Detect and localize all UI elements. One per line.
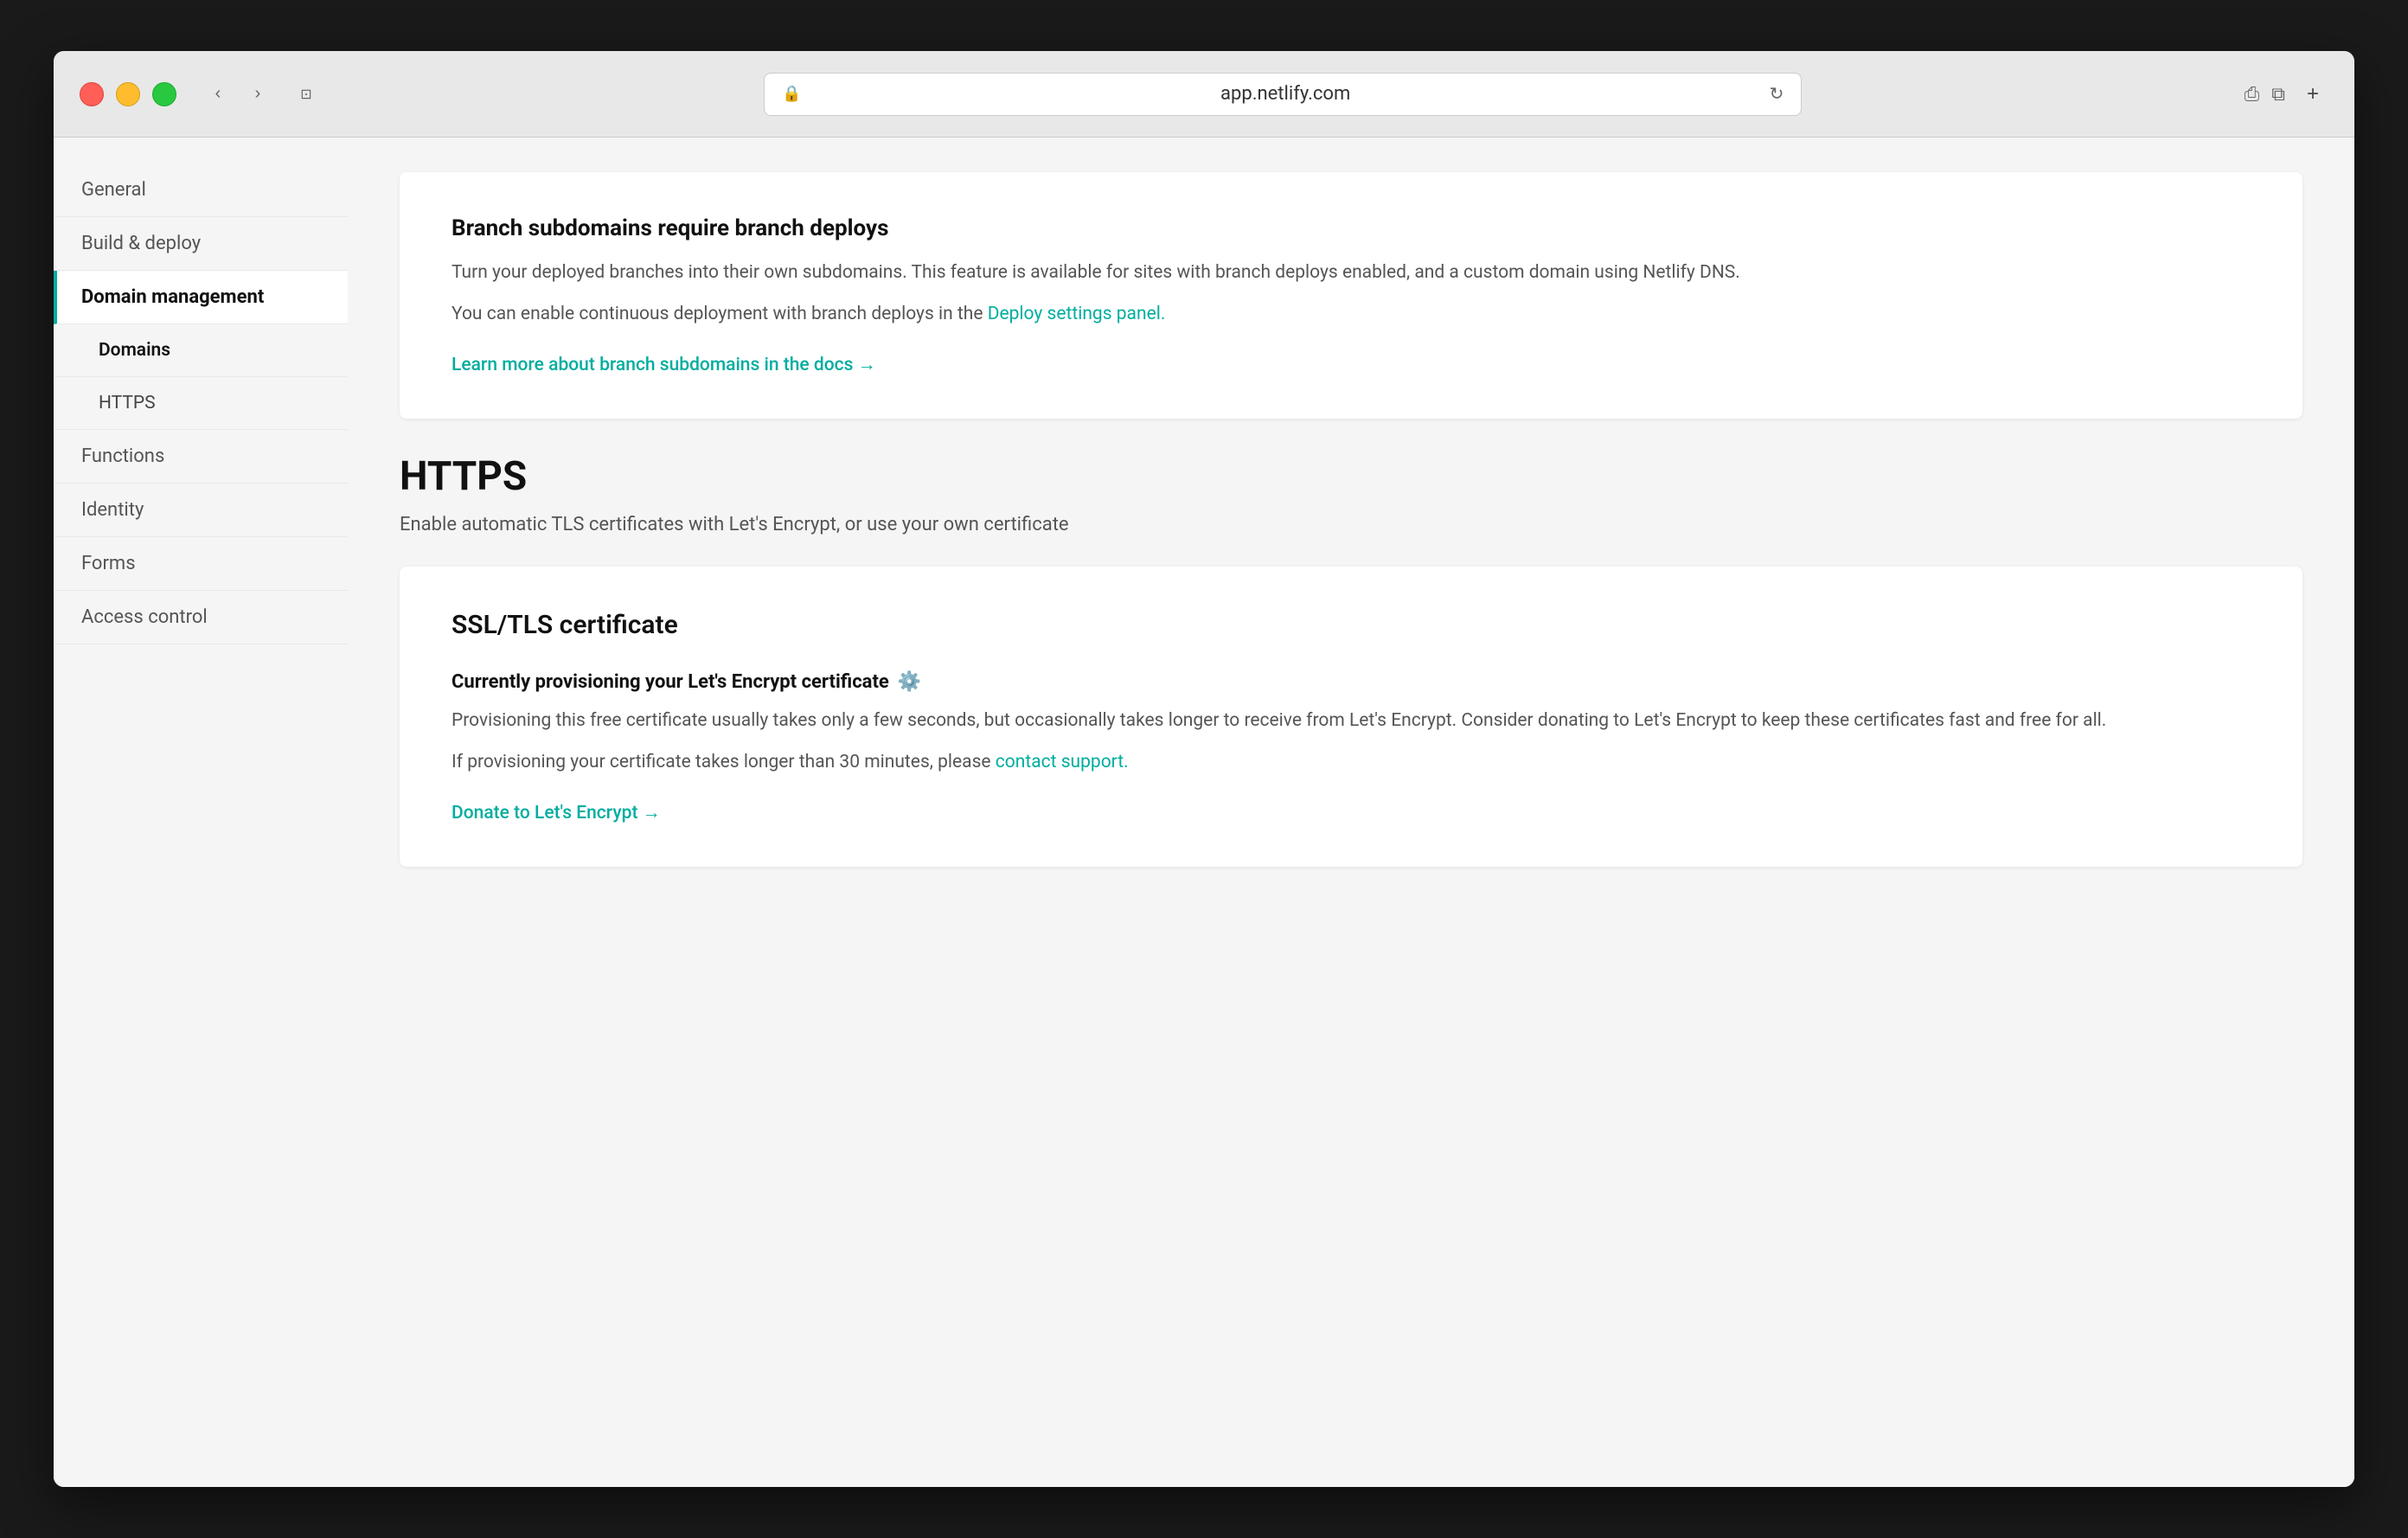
provisioning-title: Currently provisioning your Let's Encryp…: [452, 671, 2251, 693]
branch-subdomains-title: Branch subdomains require branch deploys: [452, 215, 2251, 241]
close-button[interactable]: [80, 82, 104, 106]
lock-icon: 🔒: [782, 85, 801, 103]
sidebar-item-forms[interactable]: Forms: [54, 537, 348, 591]
reload-button[interactable]: ↻: [1770, 83, 1784, 105]
donate-link[interactable]: Donate to Let's Encrypt →: [452, 803, 661, 823]
branch-subdomains-para2: You can enable continuous deployment wit…: [452, 300, 2251, 330]
sidebar-item-domains[interactable]: Domains: [54, 324, 348, 377]
https-section: HTTPS Enable automatic TLS certificates …: [400, 453, 2302, 867]
sidebar-nav: General Build & deploy Domain management…: [54, 163, 348, 644]
provisioning-para1: Provisioning this free certificate usual…: [452, 707, 2251, 736]
ssl-card-title: SSL/TLS certificate: [452, 610, 2251, 640]
main-content: Branch subdomains require branch deploys…: [348, 138, 2354, 1487]
branch-subdomains-para2-prefix: You can enable continuous deployment wit…: [452, 304, 988, 324]
https-heading: HTTPS: [400, 453, 2302, 500]
gear-icon: ⚙️: [898, 671, 921, 693]
sidebar-item-domain-management[interactable]: Domain management: [54, 271, 348, 324]
sidebar-item-general[interactable]: General: [54, 163, 348, 217]
https-subtext: Enable automatic TLS certificates with L…: [400, 514, 2302, 535]
minimize-button[interactable]: [116, 82, 140, 106]
nav-buttons: ‹ ›: [202, 79, 273, 110]
browser-window: ‹ › ⊡ 🔒 app.netlify.com ↻ ⎙ ⧉ + General …: [54, 51, 2354, 1487]
browser-chrome: ‹ › ⊡ 🔒 app.netlify.com ↻ ⎙ ⧉ +: [54, 51, 2354, 138]
sidebar: General Build & deploy Domain management…: [54, 138, 348, 1487]
pip-button[interactable]: ⧉: [2271, 83, 2285, 106]
ssl-card: SSL/TLS certificate Currently provisioni…: [400, 567, 2302, 867]
traffic-lights: [80, 82, 176, 106]
learn-more-link[interactable]: Learn more about branch subdomains in th…: [452, 355, 876, 375]
sidebar-item-build-deploy[interactable]: Build & deploy: [54, 217, 348, 271]
provisioning-para2: If provisioning your certificate takes l…: [452, 748, 2251, 778]
provisioning-para2-prefix: If provisioning your certificate takes l…: [452, 752, 996, 772]
share-button[interactable]: ⎙: [2245, 83, 2260, 106]
branch-subdomains-para1: Turn your deployed branches into their o…: [452, 259, 2251, 288]
forward-button[interactable]: ›: [242, 79, 273, 110]
sidebar-item-functions[interactable]: Functions: [54, 430, 348, 484]
contact-support-link[interactable]: contact support.: [996, 752, 1129, 772]
sidebar-toggle-button[interactable]: ⊡: [291, 79, 322, 110]
back-button[interactable]: ‹: [202, 79, 234, 110]
provisioning-title-text: Currently provisioning your Let's Encryp…: [452, 671, 889, 693]
browser-content: General Build & deploy Domain management…: [54, 138, 2354, 1487]
browser-actions: ⎙ ⧉ +: [2245, 79, 2328, 110]
deploy-settings-link[interactable]: Deploy settings panel.: [988, 304, 1166, 324]
url-text: app.netlify.com: [812, 83, 1759, 105]
sidebar-item-identity[interactable]: Identity: [54, 484, 348, 537]
sidebar-item-access-control[interactable]: Access control: [54, 591, 348, 644]
address-bar: 🔒 app.netlify.com ↻: [764, 73, 1802, 116]
branch-subdomains-card: Branch subdomains require branch deploys…: [400, 172, 2302, 419]
add-tab-button[interactable]: +: [2297, 79, 2328, 110]
sidebar-item-https[interactable]: HTTPS: [54, 377, 348, 430]
maximize-button[interactable]: [152, 82, 176, 106]
